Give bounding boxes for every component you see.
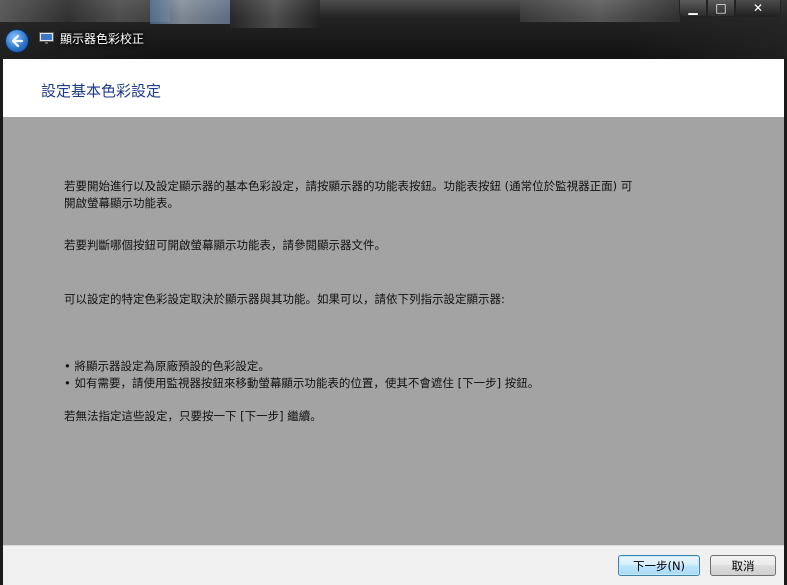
maximize-icon: □: [715, 1, 727, 15]
instruction-text: 若要開始進行以及設定顯示器的基本色彩設定，請按顯示器的功能表按鈕。功能表按鈕 (…: [64, 179, 633, 193]
close-icon: ✕: [752, 1, 764, 15]
back-button[interactable]: [5, 29, 29, 53]
list-item: • 將顯示器設定為原廠預設的色彩設定。: [64, 359, 270, 373]
next-button[interactable]: 下一步(N): [618, 555, 700, 576]
window-titlebar: ▁ □ ✕ 顯示器色彩校正: [0, 0, 787, 59]
instruction-paragraph: 若無法指定這些設定，只要按一下 [下一步] 繼續。: [64, 409, 322, 423]
titlebar-background: [230, 0, 320, 28]
close-button[interactable]: ✕: [735, 0, 781, 17]
back-arrow-icon: [11, 34, 24, 48]
minimize-button[interactable]: ▁: [679, 0, 707, 17]
instructions-panel: 若要開始進行以及設定顯示器的基本色彩設定，請按顯示器的功能表按鈕。功能表按鈕 (…: [3, 117, 784, 545]
list-item: • 如有需要，請使用監視器按鈕來移動螢幕顯示功能表的位置，使其不會遮住 [下一步…: [64, 376, 540, 390]
instruction-paragraph: 可以設定的特定色彩設定取決於顯示器與其功能。如果可以，請依下列指示設定顯示器:: [64, 292, 505, 306]
window-controls: ▁ □ ✕: [679, 0, 781, 17]
titlebar-background: [520, 0, 680, 22]
titlebar-background: [150, 0, 230, 24]
maximize-button[interactable]: □: [707, 0, 735, 17]
minimize-icon: ▁: [688, 1, 698, 15]
instruction-text: 開啟螢幕顯示功能表。: [64, 196, 179, 210]
monitor-icon: [39, 32, 54, 44]
cancel-button[interactable]: 取消: [710, 555, 776, 576]
titlebar-background: [0, 0, 170, 22]
page-title: 設定基本色彩設定: [41, 82, 162, 100]
wizard-content: 設定基本色彩設定 若要開始進行以及設定顯示器的基本色彩設定，請按顯示器的功能表按…: [3, 59, 784, 585]
wizard-header: 設定基本色彩設定: [3, 59, 784, 117]
instruction-paragraph: 若要開始進行以及設定顯示器的基本色彩設定，請按顯示器的功能表按鈕。功能表按鈕 (…: [64, 178, 724, 212]
instruction-paragraph: 若要判斷哪個按鈕可開啟螢幕顯示功能表，請參閱顯示器文件。: [64, 238, 386, 252]
window-title: 顯示器色彩校正: [60, 32, 145, 46]
wizard-footer: 下一步(N) 取消: [3, 545, 784, 585]
